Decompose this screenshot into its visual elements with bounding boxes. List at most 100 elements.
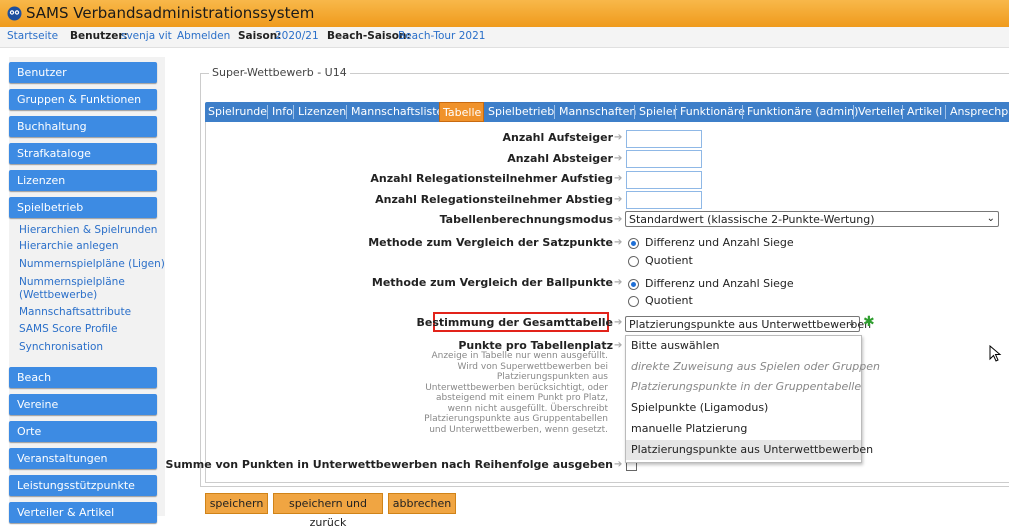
tab-funktionaere[interactable]: Funktionäre — [680, 102, 745, 122]
sidebar-item-synchronisation[interactable]: Synchronisation — [19, 341, 165, 354]
tab-separator — [554, 105, 555, 119]
tab-funktionaere-admin[interactable]: Funktionäre (admin) — [747, 102, 858, 122]
punkte-help-text: Anzeige in Tabelle nur wenn ausgefüllt. … — [424, 351, 608, 435]
satz-option-quotient: Quotient — [645, 254, 693, 267]
gesamttabelle-value: Platzierungspunkte aus Unterwettbewerben — [629, 318, 872, 331]
tab-separator — [267, 105, 268, 119]
sidebar-item-score-profile[interactable]: SAMS Score Profile — [19, 323, 165, 336]
arrow-icon: ➔ — [614, 214, 623, 225]
sidebar-item-nummern-wettbewerbe[interactable]: Nummernspielpläne (Wettbewerbe) — [19, 276, 149, 302]
nav-veranstaltungen[interactable]: Veranstaltungen — [9, 448, 157, 469]
absteiger-input[interactable] — [626, 150, 702, 168]
user-info-bar: Startseite Benutzer: svenja vit Abmelden… — [0, 27, 1009, 48]
relegation-aufstieg-input[interactable] — [626, 171, 702, 189]
arrow-icon: ➔ — [614, 173, 623, 184]
relegation-abstieg-input[interactable] — [626, 191, 702, 209]
arrow-icon: ➔ — [614, 194, 623, 205]
competition-legend: Super-Wettbewerb - U14 — [209, 66, 350, 79]
nav-benutzer[interactable]: Benutzer — [9, 62, 157, 83]
arrow-icon: ➔ — [614, 132, 623, 143]
ballpunkte-label: Methode zum Vergleich der Ballpunkte — [371, 276, 613, 289]
required-star-icon: ✱ — [863, 314, 875, 330]
saison-link[interactable]: 2020/21 — [275, 30, 319, 42]
startseite-link[interactable]: Startseite — [7, 30, 58, 42]
tab-separator — [853, 105, 854, 119]
tab-spielbetrieb[interactable]: Spielbetrieb — [488, 102, 554, 122]
tab-separator — [675, 105, 676, 119]
satzpunkte-label: Methode zum Vergleich der Satzpunkte — [368, 236, 613, 249]
benutzer-label: Benutzer: — [70, 30, 128, 42]
sidebar-item-hierarchie-anlegen[interactable]: Hierarchie anlegen — [19, 240, 165, 253]
nav-lizenzen[interactable]: Lizenzen — [9, 170, 157, 191]
arrow-icon: ➔ — [614, 277, 623, 288]
nav-orte[interactable]: Orte — [9, 421, 157, 442]
tab-mannschaften[interactable]: Mannschaften — [559, 102, 636, 122]
tab-separator — [902, 105, 903, 119]
sidebar-item-nummern-ligen[interactable]: Nummernspielpläne (Ligen) — [19, 258, 165, 271]
tab-separator — [634, 105, 635, 119]
app-title: SAMS Verbandsadministrationssystem — [26, 4, 315, 22]
relegation-aufstieg-label: Anzahl Relegationsteilnehmer Aufstieg — [370, 172, 613, 185]
tab-bar: Spielrunde Info Lizenzen Mannschaftslist… — [205, 102, 1009, 122]
abmelden-link[interactable]: Abmelden — [177, 30, 230, 42]
chevron-down-icon: ⌄ — [986, 213, 995, 224]
ball-radio-quotient[interactable] — [628, 296, 639, 307]
gesamttabelle-dropdown: Bitte auswählen direkte Zuweisung aus Sp… — [625, 335, 880, 463]
nav-vereine[interactable]: Vereine — [9, 394, 157, 415]
save-and-back-button[interactable]: speichern und zurück — [273, 493, 383, 529]
tab-lizenzen[interactable]: Lizenzen — [298, 102, 346, 122]
arrow-icon: ➔ — [614, 153, 623, 164]
ball-option-differenz: Differenz und Anzahl Siege — [645, 277, 794, 290]
nav-buchhaltung[interactable]: Buchhaltung — [9, 116, 157, 137]
tab-tabelle[interactable]: Tabelle — [439, 102, 484, 122]
tab-spieler[interactable]: Spieler — [639, 102, 677, 122]
berechnungsmodus-label: Tabellenberechnungsmodus — [439, 213, 613, 226]
nav-strafkataloge[interactable]: Strafkataloge — [9, 143, 157, 164]
title-bar: SAMS Verbandsadministrationssystem — [0, 0, 1009, 27]
arrow-icon: ➔ — [614, 459, 623, 470]
ball-option-quotient: Quotient — [645, 294, 693, 307]
sidebar-item-mannschaftsattribute[interactable]: Mannschaftsattribute — [19, 306, 165, 319]
tab-artikel[interactable]: Artikel — [907, 102, 942, 122]
owl-icon — [7, 6, 22, 21]
ball-radio-differenz[interactable] — [628, 279, 639, 290]
dropdown-option: direkte Zuweisung aus Spielen oder Grupp… — [631, 360, 880, 373]
mouse-cursor-icon — [989, 345, 1002, 362]
dropdown-option[interactable]: Spielpunkte (Ligamodus) — [626, 398, 861, 418]
tab-separator — [293, 105, 294, 119]
satz-radio-differenz[interactable] — [628, 238, 639, 249]
benutzer-link[interactable]: svenja vit — [121, 30, 172, 42]
nav-beach[interactable]: Beach — [9, 367, 157, 388]
tab-ansprechpartner[interactable]: Ansprechpa — [950, 102, 1009, 122]
beach-saison-link[interactable]: Beach-Tour 2021 — [398, 30, 485, 42]
tab-separator — [346, 105, 347, 119]
dropdown-option[interactable]: manuelle Platzierung — [626, 419, 861, 439]
aufsteiger-input[interactable] — [626, 130, 702, 148]
relegation-abstieg-label: Anzahl Relegationsteilnehmer Abstieg — [375, 193, 613, 206]
arrow-icon: ➔ — [614, 237, 623, 248]
gesamttabelle-select[interactable]: Platzierungspunkte aus Unterwettbewerben… — [625, 316, 871, 332]
tab-verteiler[interactable]: Verteiler — [858, 102, 904, 122]
arrow-icon: ➔ — [614, 340, 623, 351]
dropdown-option-selected[interactable]: Platzierungspunkte aus Unterwettbewerben — [626, 440, 873, 460]
gesamttabelle-label: Bestimmung der Gesamttabelle — [416, 316, 614, 329]
sidebar-item-hierarchien[interactable]: Hierarchien & Spielrunden — [19, 224, 165, 237]
tab-spielrunde[interactable]: Spielrunde — [208, 102, 267, 122]
tab-mannschaftsliste[interactable]: Mannschaftsliste — [351, 102, 443, 122]
save-button[interactable]: speichern — [205, 493, 268, 514]
tab-separator — [945, 105, 946, 119]
cancel-button[interactable]: abbrechen — [388, 493, 456, 514]
summe-label: Summe von Punkten in Unterwettbewerben n… — [165, 458, 613, 471]
berechnungsmodus-value: Standardwert (klassische 2-Punkte-Wertun… — [629, 213, 875, 226]
nav-gruppen[interactable]: Gruppen & Funktionen — [9, 89, 157, 110]
aufsteiger-label: Anzahl Aufsteiger — [502, 131, 613, 144]
nav-spielbetrieb[interactable]: Spielbetrieb — [9, 197, 157, 218]
nav-leistungsstuetzpunkte[interactable]: Leistungsstützpunkte — [9, 475, 157, 496]
nav-verteiler[interactable]: Verteiler & Artikel — [9, 502, 157, 523]
dropdown-option[interactable]: Bitte auswählen — [626, 336, 861, 356]
tab-separator — [742, 105, 743, 119]
dropdown-option: Platzierungspunkte in der Gruppentabelle — [631, 380, 862, 393]
satz-radio-quotient[interactable] — [628, 256, 639, 267]
berechnungsmodus-select[interactable]: Standardwert (klassische 2-Punkte-Wertun… — [625, 211, 999, 227]
tab-info[interactable]: Info — [272, 102, 293, 122]
